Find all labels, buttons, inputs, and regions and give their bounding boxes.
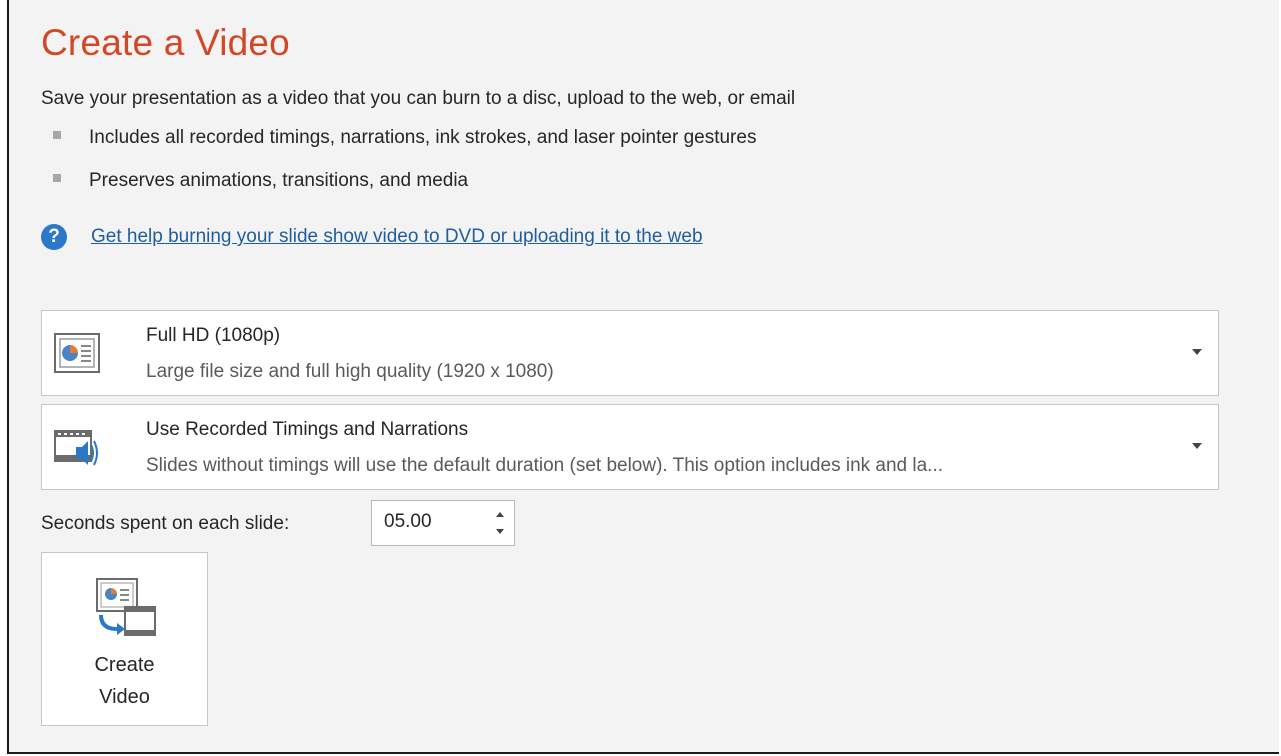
- bullet-square-icon: [53, 130, 61, 139]
- seconds-stepper[interactable]: 05.00: [371, 500, 515, 546]
- timings-dropdown[interactable]: Use Recorded Timings and Narrations Slid…: [41, 404, 1219, 490]
- create-video-label: Create Video: [94, 654, 155, 708]
- timings-narration-icon: [54, 430, 98, 466]
- bullet-item: Includes all recorded timings, narration…: [53, 127, 756, 149]
- timings-title: Use Recorded Timings and Narrations: [146, 419, 469, 440]
- quality-dropdown[interactable]: Full HD (1080p) Large file size and full…: [41, 310, 1219, 396]
- quality-subtitle: Large file size and full high quality (1…: [146, 361, 554, 382]
- seconds-value[interactable]: 05.00: [384, 511, 432, 533]
- create-video-panel: Create a Video Save your presentation as…: [7, 0, 1279, 754]
- description-text: Save your presentation as a video that y…: [41, 88, 796, 109]
- timings-subtitle: Slides without timings will use the defa…: [146, 455, 944, 476]
- page-title: Create a Video: [41, 22, 290, 63]
- bullet-square-icon: [53, 173, 61, 182]
- bullet-item: Preserves animations, transitions, and m…: [53, 170, 468, 192]
- chevron-down-icon[interactable]: [1192, 349, 1202, 355]
- chevron-down-icon[interactable]: [1192, 443, 1202, 449]
- spin-down-icon[interactable]: [496, 529, 504, 534]
- presentation-quality-icon: [54, 333, 100, 373]
- create-video-button[interactable]: Create Video: [41, 552, 208, 726]
- help-row: ? Get help burning your slide show video…: [41, 224, 703, 250]
- spin-up-icon[interactable]: [496, 512, 504, 517]
- seconds-label: Seconds spent on each slide:: [41, 513, 290, 534]
- question-circle-icon[interactable]: ?: [41, 224, 67, 250]
- quality-title: Full HD (1080p): [146, 325, 281, 346]
- create-video-icon: [96, 578, 156, 636]
- help-link[interactable]: Get help burning your slide show video t…: [91, 226, 703, 248]
